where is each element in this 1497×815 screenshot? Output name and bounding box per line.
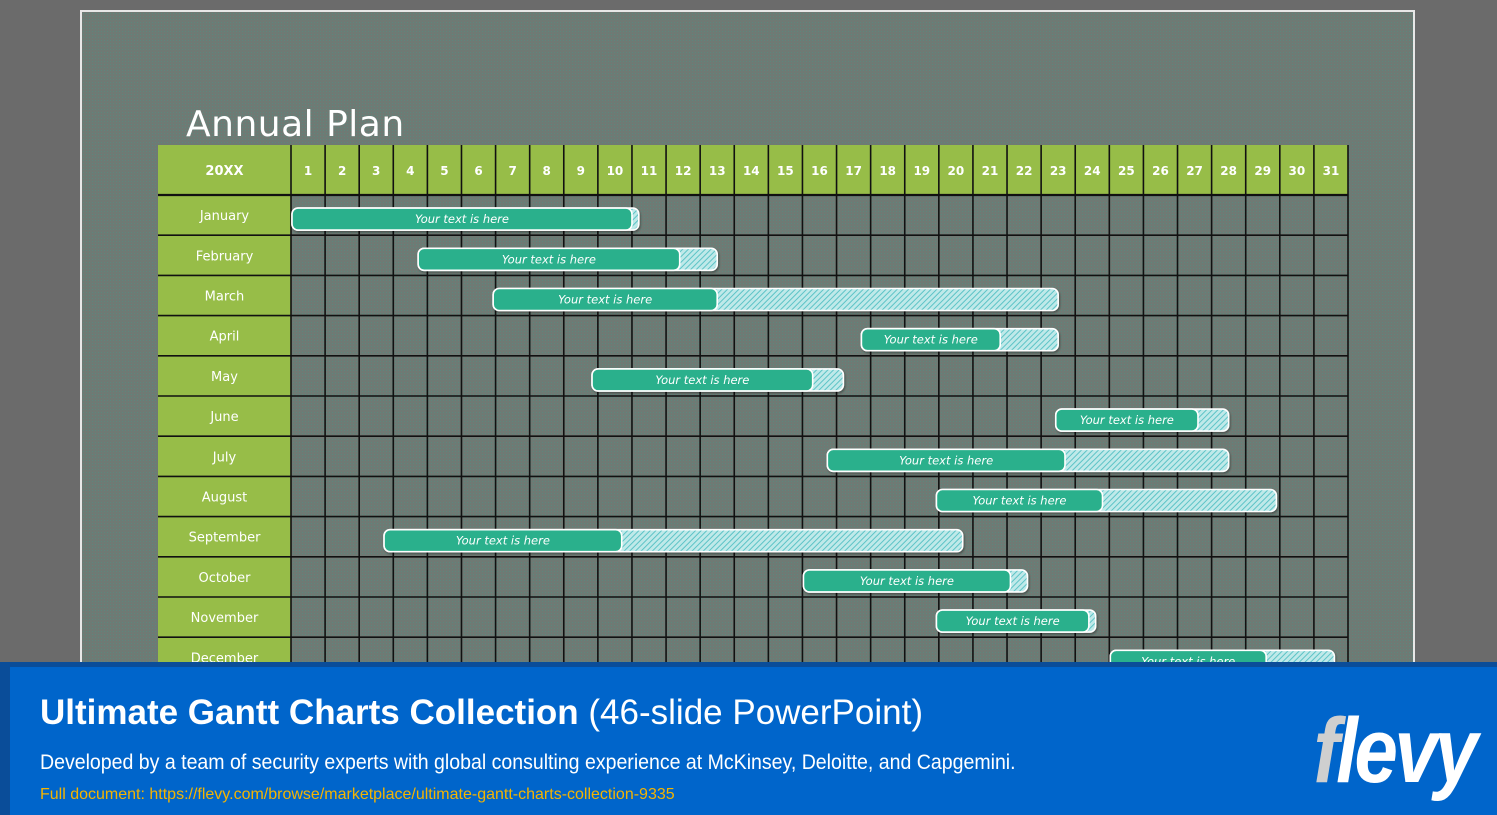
day-tick-label: 14 <box>743 164 760 178</box>
task-bar-label: Your text is here <box>502 252 596 266</box>
day-tick-label: 30 <box>1289 164 1306 178</box>
day-tick-label: 1 <box>304 164 312 178</box>
year-label: 20XX <box>205 164 243 179</box>
day-tick-label: 20 <box>948 164 965 178</box>
day-tick-label: 6 <box>474 164 482 178</box>
day-tick-label: 8 <box>543 164 551 178</box>
day-tick-label: 2 <box>338 164 346 178</box>
promo-banner: Ultimate Gantt Charts Collection (46-sli… <box>0 662 1497 815</box>
task-bar-label: Your text is here <box>972 494 1066 508</box>
month-label: February <box>196 249 254 264</box>
day-tick-label: 9 <box>577 164 585 178</box>
day-tick-label: 29 <box>1254 164 1271 178</box>
month-label: November <box>191 611 259 626</box>
day-tick-label: 19 <box>913 164 930 178</box>
document-link[interactable]: Full document: https://flevy.com/browse/… <box>40 786 675 804</box>
month-label: March <box>205 290 245 305</box>
day-tick-label: 10 <box>607 164 624 178</box>
month-label: June <box>209 410 238 425</box>
day-tick-label: 23 <box>1050 164 1067 178</box>
logo-rest: levy <box>1336 700 1478 802</box>
month-label: September <box>189 531 262 546</box>
day-tick-label: 26 <box>1152 164 1169 178</box>
task-bar-label: Your text is here <box>884 333 978 347</box>
month-label: April <box>210 330 240 345</box>
day-tick-label: 4 <box>406 164 414 178</box>
day-tick-label: 5 <box>440 164 448 178</box>
month-label: October <box>198 571 251 586</box>
task-bar-label: Your text is here <box>966 614 1060 628</box>
task-bar-label: Your text is here <box>456 534 550 548</box>
day-tick-label: 15 <box>777 164 794 178</box>
day-tick-label: 21 <box>982 164 999 178</box>
banner-title-rest: (46-slide PowerPoint) <box>578 693 923 732</box>
banner-title-bold: Ultimate Gantt Charts Collection <box>40 693 579 732</box>
month-label: August <box>202 491 248 506</box>
banner-title: Ultimate Gantt Charts Collection (46-sli… <box>40 693 923 733</box>
day-tick-label: 16 <box>811 164 828 178</box>
month-column <box>158 195 291 668</box>
day-tick-label: 3 <box>372 164 380 178</box>
day-tick-label: 28 <box>1220 164 1237 178</box>
month-label: May <box>211 370 238 385</box>
day-tick-label: 27 <box>1186 164 1203 178</box>
day-tick-label: 25 <box>1118 164 1135 178</box>
task-bar <box>826 448 1230 473</box>
task-bar-label: Your text is here <box>1080 413 1174 427</box>
task-bar-label: Your text is here <box>655 373 749 387</box>
day-tick-label: 31 <box>1323 164 1340 178</box>
task-bar-label: Your text is here <box>558 293 652 307</box>
month-label: January <box>199 209 250 224</box>
gantt-chart: 20XX 1 2 3 4 5 6 7 8 9 10 11 12 13 14 15 16 17 18 19 20 21 22 2… <box>158 145 1349 668</box>
day-tick-label: 24 <box>1084 164 1101 178</box>
task-bar-label: Your text is here <box>899 453 993 467</box>
day-tick-label: 7 <box>508 164 516 178</box>
day-tick-label: 12 <box>675 164 692 178</box>
day-tick-label: 13 <box>709 164 726 178</box>
banner-accent <box>0 667 10 815</box>
day-tick-label: 11 <box>641 164 658 178</box>
slide: Annual Plan 20XX 1 2 3 4 5 6 7 8 9 10 11 12 13 14 15 16 1… <box>80 10 1415 670</box>
day-tick-label: 22 <box>1016 164 1033 178</box>
flevy-logo[interactable]: flevy <box>1314 705 1479 797</box>
task-bar-label: Your text is here <box>415 212 509 226</box>
banner-description: Developed by a team of security experts … <box>40 751 1016 774</box>
month-label: July <box>212 450 237 465</box>
day-tick-label: 18 <box>879 164 896 178</box>
task-bar-label: Your text is here <box>860 574 954 588</box>
logo-f: f <box>1313 700 1340 802</box>
day-tick-label: 17 <box>845 164 862 178</box>
